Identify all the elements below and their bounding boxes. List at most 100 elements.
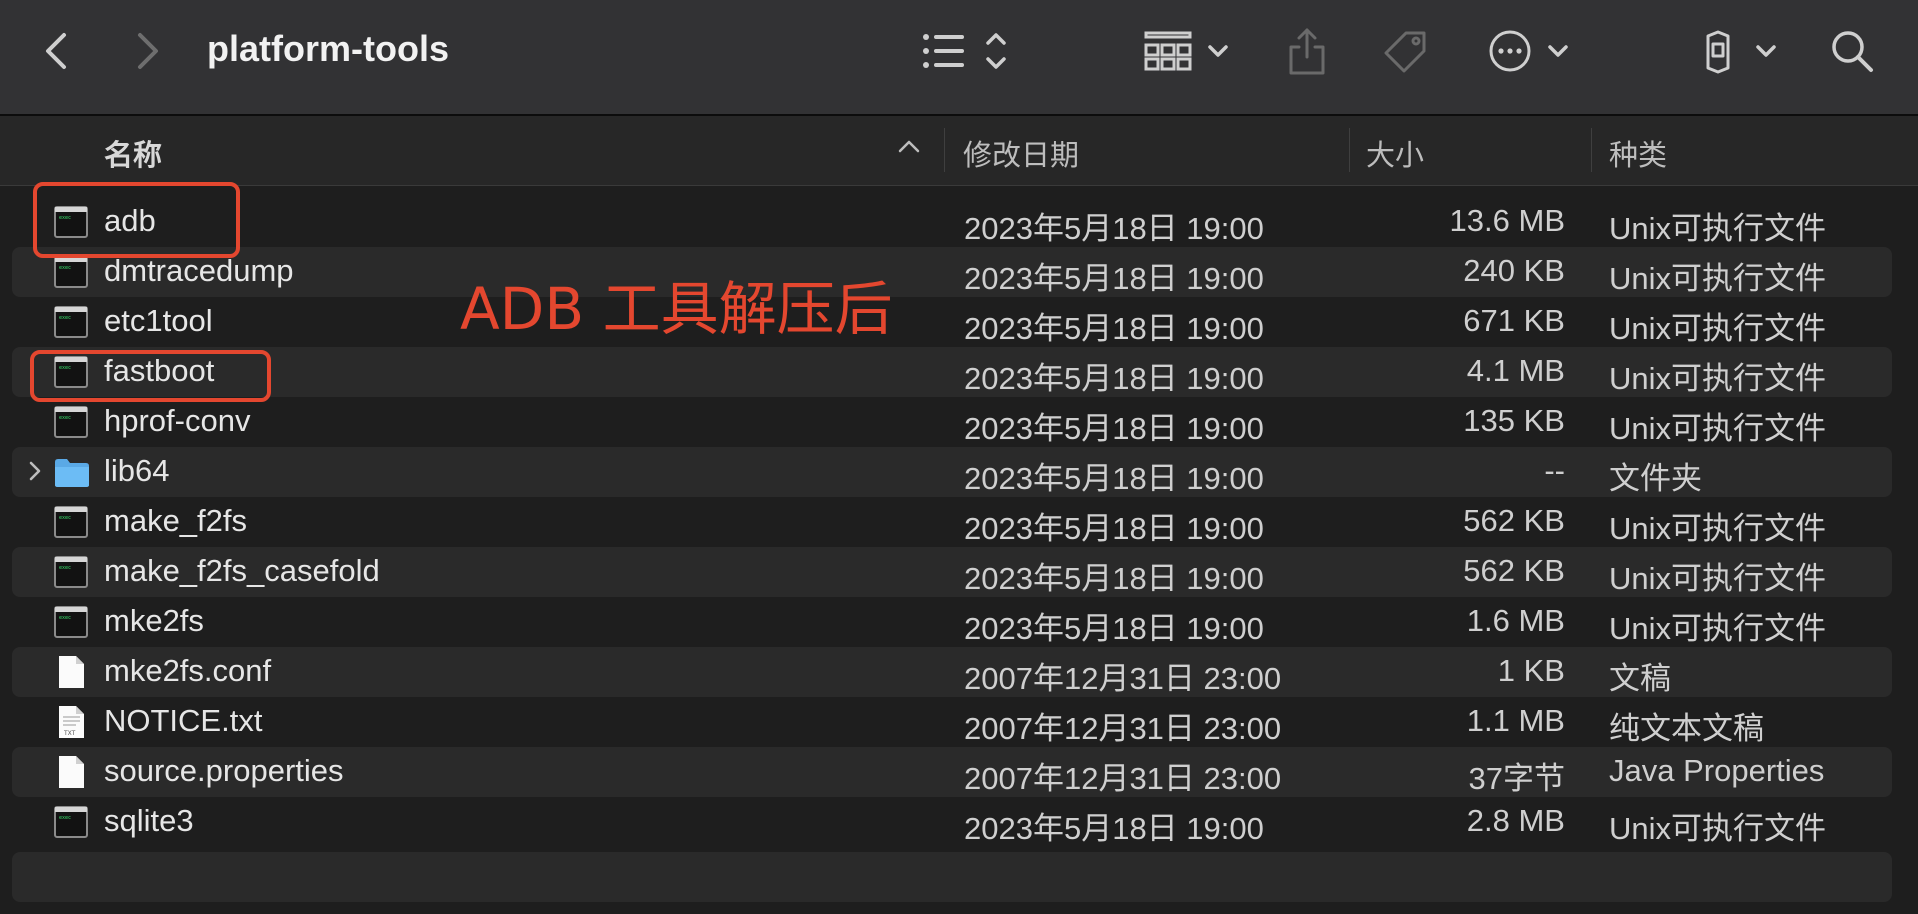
empty-row xyxy=(12,852,1892,902)
column-date[interactable]: 修改日期 xyxy=(963,132,1079,174)
file-name: NOTICE.txt xyxy=(104,703,263,738)
column-name[interactable]: 名称 xyxy=(104,132,162,174)
svg-text:exec: exec xyxy=(59,315,71,321)
exec-file-icon: exec xyxy=(54,805,88,839)
back-icon[interactable] xyxy=(38,24,74,78)
file-row[interactable]: exec adb 2023年5月18日 19:00 13.6 MB Unix可执行文件 xyxy=(12,197,1892,247)
column-divider[interactable] xyxy=(1349,128,1350,172)
svg-text:exec: exec xyxy=(59,565,71,571)
file-row[interactable]: TXT NOTICE.txt 2007年12月31日 23:00 1.1 MB 纯文本文… xyxy=(12,697,1892,747)
file-size: 671 KB xyxy=(1463,303,1565,338)
file-size: 2.8 MB xyxy=(1466,803,1565,838)
file-size: 1.6 MB xyxy=(1466,603,1565,638)
file-row[interactable]: exec fastboot 2023年5月18日 19:00 4.1 MB Unix可执… xyxy=(12,347,1892,397)
file-kind: Unix可执行文件 xyxy=(1609,511,1827,546)
svg-text:exec: exec xyxy=(59,815,71,821)
file-name: source.properties xyxy=(104,753,344,788)
file-kind: 文稿 xyxy=(1609,661,1671,696)
file-name: make_f2fs xyxy=(104,503,248,538)
text-file-icon: TXT xyxy=(54,705,88,739)
file-size: 4.1 MB xyxy=(1466,353,1565,388)
file-kind: Unix可执行文件 xyxy=(1609,311,1827,346)
file-name: hprof-conv xyxy=(104,403,251,438)
file-row[interactable]: exec mke2fs 2023年5月18日 19:00 1.6 MB Unix可执行文… xyxy=(12,597,1892,647)
highlight-fastboot xyxy=(30,350,271,402)
dropbox-icon[interactable] xyxy=(1702,24,1782,78)
file-size: 562 KB xyxy=(1463,503,1565,538)
file-row[interactable]: exec etc1tool 2023年5月18日 19:00 671 KB Unix可执… xyxy=(12,297,1892,347)
column-divider[interactable] xyxy=(944,128,945,172)
exec-file-icon: exec xyxy=(54,255,88,289)
file-size: -- xyxy=(1544,453,1565,488)
file-kind: Java Properties xyxy=(1609,753,1825,788)
file-row[interactable]: exec make_f2fs_casefold 2023年5月18日 19:00 56… xyxy=(12,547,1892,597)
file-list: exec adb 2023年5月18日 19:00 13.6 MB Unix可执行文件 e… xyxy=(0,186,1918,914)
file-date: 2007年12月31日 23:00 xyxy=(964,661,1282,696)
disclosure-chevron-icon[interactable] xyxy=(27,459,43,483)
highlight-adb xyxy=(33,182,240,258)
file-row[interactable]: exec make_f2fs 2023年5月18日 19:00 562 KB Unix可… xyxy=(12,497,1892,547)
file-kind: 纯文本文稿 xyxy=(1609,711,1764,746)
search-icon[interactable] xyxy=(1828,24,1876,78)
file-row[interactable]: exec sqlite3 2023年5月18日 19:00 2.8 MB Unix可执行… xyxy=(12,797,1892,847)
share-icon[interactable] xyxy=(1286,24,1328,78)
svg-text:exec: exec xyxy=(59,515,71,521)
column-size[interactable]: 大小 xyxy=(1366,132,1424,174)
file-date: 2023年5月18日 19:00 xyxy=(964,261,1264,296)
file-kind: Unix可执行文件 xyxy=(1609,811,1827,846)
window-title: platform-tools xyxy=(207,28,449,69)
file-date: 2023年5月18日 19:00 xyxy=(964,311,1264,346)
annotation-label: ADB 工具解压后 xyxy=(460,275,893,343)
file-name: lib64 xyxy=(104,453,170,488)
file-row[interactable]: source.properties 2007年12月31日 23:00 37字节 Ja… xyxy=(12,747,1892,797)
file-size: 135 KB xyxy=(1463,403,1565,438)
file-kind: Unix可执行文件 xyxy=(1609,211,1827,246)
file-kind: Unix可执行文件 xyxy=(1609,411,1827,446)
file-name: make_f2fs_casefold xyxy=(104,553,380,588)
exec-file-icon: exec xyxy=(54,305,88,339)
file-date: 2023年5月18日 19:00 xyxy=(964,361,1264,396)
file-kind: Unix可执行文件 xyxy=(1609,611,1827,646)
sort-ascending-icon[interactable] xyxy=(897,138,921,158)
file-date: 2007年12月31日 23:00 xyxy=(964,711,1282,746)
document-icon xyxy=(54,755,88,789)
more-icon[interactable] xyxy=(1488,24,1572,78)
file-row[interactable]: lib64 2023年5月18日 19:00 -- 文件夹 xyxy=(12,447,1892,497)
file-date: 2023年5月18日 19:00 xyxy=(964,611,1264,646)
exec-file-icon: exec xyxy=(54,505,88,539)
file-size: 1.1 MB xyxy=(1466,703,1565,738)
file-date: 2023年5月18日 19:00 xyxy=(964,411,1264,446)
file-row[interactable]: exec dmtracedump 2023年5月18日 19:00 240 KB Uni… xyxy=(12,247,1892,297)
file-row[interactable]: mke2fs.conf 2007年12月31日 23:00 1 KB 文稿 xyxy=(12,647,1892,697)
svg-text:TXT: TXT xyxy=(63,730,76,737)
column-header: 名称 修改日期 大小 种类 xyxy=(0,116,1918,186)
file-date: 2007年12月31日 23:00 xyxy=(964,761,1282,796)
toolbar: platform-tools xyxy=(0,0,1918,116)
file-name: mke2fs.conf xyxy=(104,653,272,688)
file-date: 2023年5月18日 19:00 xyxy=(964,561,1264,596)
file-date: 2023年5月18日 19:00 xyxy=(964,211,1264,246)
file-kind: Unix可执行文件 xyxy=(1609,261,1827,296)
list-view-icon[interactable] xyxy=(920,24,1010,78)
tag-icon[interactable] xyxy=(1380,24,1430,78)
file-name: sqlite3 xyxy=(104,803,194,838)
svg-text:exec: exec xyxy=(59,415,71,421)
exec-file-icon: exec xyxy=(54,605,88,639)
file-size: 37字节 xyxy=(1468,761,1565,796)
column-kind[interactable]: 种类 xyxy=(1609,132,1667,174)
file-size: 240 KB xyxy=(1463,253,1565,288)
forward-icon[interactable] xyxy=(130,24,166,78)
file-size: 562 KB xyxy=(1463,553,1565,588)
file-name: etc1tool xyxy=(104,303,213,338)
file-name: dmtracedump xyxy=(104,253,294,288)
file-date: 2023年5月18日 19:00 xyxy=(964,461,1264,496)
file-name: mke2fs xyxy=(104,603,204,638)
file-row[interactable]: exec hprof-conv 2023年5月18日 19:00 135 KB Unix… xyxy=(12,397,1892,447)
file-kind: 文件夹 xyxy=(1609,461,1702,496)
svg-text:exec: exec xyxy=(59,265,71,271)
column-divider[interactable] xyxy=(1591,128,1592,172)
document-icon xyxy=(54,655,88,689)
exec-file-icon: exec xyxy=(54,405,88,439)
group-icon[interactable] xyxy=(1144,24,1234,78)
file-date: 2023年5月18日 19:00 xyxy=(964,811,1264,846)
